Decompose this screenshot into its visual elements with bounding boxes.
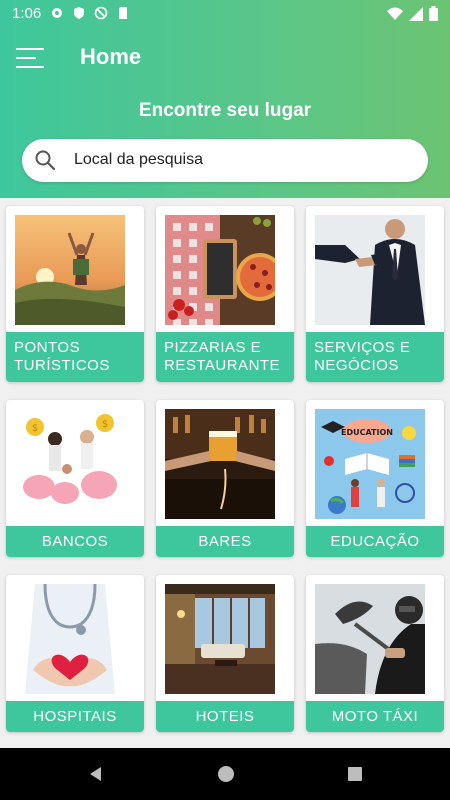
- education-image-text: EDUCATION: [341, 428, 393, 437]
- category-label: PONTOS TURÍSTICOS: [6, 332, 144, 382]
- search-input[interactable]: Local da pesquisa: [74, 151, 203, 169]
- label-line-1: SERVIÇOS E: [314, 339, 411, 356]
- category-card-moto-taxi[interactable]: MOTO TÁXI: [306, 575, 444, 732]
- category-card-pizzarias[interactable]: PIZZARIAS E RESTAURANTE: [156, 206, 294, 382]
- svg-text:$: $: [102, 419, 108, 430]
- home-icon[interactable]: [216, 764, 236, 784]
- education-image: EDUCATION: [315, 409, 425, 519]
- hotels-image: [165, 584, 275, 694]
- signal-icon: [409, 6, 423, 26]
- category-label: HOSPITAIS: [6, 701, 144, 732]
- page-subtitle: Encontre seu lugar: [138, 100, 312, 121]
- category-label: BANCOS: [6, 526, 144, 557]
- category-label: EDUCAÇÃO: [306, 526, 444, 557]
- business-image: [315, 215, 425, 325]
- category-card-educacao[interactable]: EDUCATION EDUCAÇÃO: [306, 400, 444, 557]
- wifi-icon: [387, 7, 403, 26]
- status-time: 1:06: [12, 5, 42, 22]
- label-line-1: PONTOS: [14, 339, 81, 356]
- settings-icon: [50, 6, 64, 20]
- category-label: SERVIÇOS E NEGÓCIOS: [306, 332, 444, 382]
- category-label: HOTEIS: [156, 701, 294, 732]
- tourism-image: [15, 215, 125, 325]
- label-line-2: NEGÓCIOS: [314, 357, 399, 374]
- category-card-hospitais[interactable]: HOSPITAIS: [6, 575, 144, 732]
- pizza-image: [165, 215, 275, 325]
- category-grid: PONTOS TURÍSTICOS PIZZARIAS E RESTAURANT…: [0, 198, 450, 748]
- banks-image: $ $: [15, 409, 125, 519]
- category-card-pontos-turisticos[interactable]: PONTOS TURÍSTICOS: [6, 206, 144, 382]
- bars-image: [165, 409, 275, 519]
- category-card-bares[interactable]: BARES: [156, 400, 294, 557]
- app-header: 1:06 Home Encontre seu lugar Local da pe…: [0, 0, 450, 198]
- page-title: Home: [80, 44, 142, 69]
- label-line-2: TURÍSTICOS: [14, 357, 110, 374]
- category-label: BARES: [156, 526, 294, 557]
- label-line-1: PIZZARIAS E: [164, 339, 262, 356]
- recents-icon[interactable]: [345, 764, 365, 784]
- system-nav-bar: [0, 748, 450, 800]
- back-icon[interactable]: [86, 764, 106, 784]
- menu-button[interactable]: [16, 46, 46, 70]
- shield-icon: [72, 6, 86, 20]
- label-line-2: RESTAURANTE: [164, 357, 281, 374]
- hospitals-image: [15, 584, 125, 694]
- status-bar: 1:06: [0, 0, 450, 28]
- search-bar[interactable]: Local da pesquisa: [22, 139, 428, 182]
- search-icon: [34, 149, 56, 171]
- battery-icon: [429, 6, 438, 26]
- moto-taxi-image: [315, 584, 425, 694]
- category-label: PIZZARIAS E RESTAURANTE: [156, 332, 294, 382]
- category-card-servicos[interactable]: SERVIÇOS E NEGÓCIOS: [306, 206, 444, 382]
- svg-text:$: $: [32, 423, 38, 434]
- category-card-bancos[interactable]: $ $ BANCOS: [6, 400, 144, 557]
- sd-card-icon: [116, 6, 130, 20]
- category-card-hoteis[interactable]: HOTEIS: [156, 575, 294, 732]
- no-sync-icon: [94, 6, 108, 20]
- category-label: MOTO TÁXI: [306, 701, 444, 732]
